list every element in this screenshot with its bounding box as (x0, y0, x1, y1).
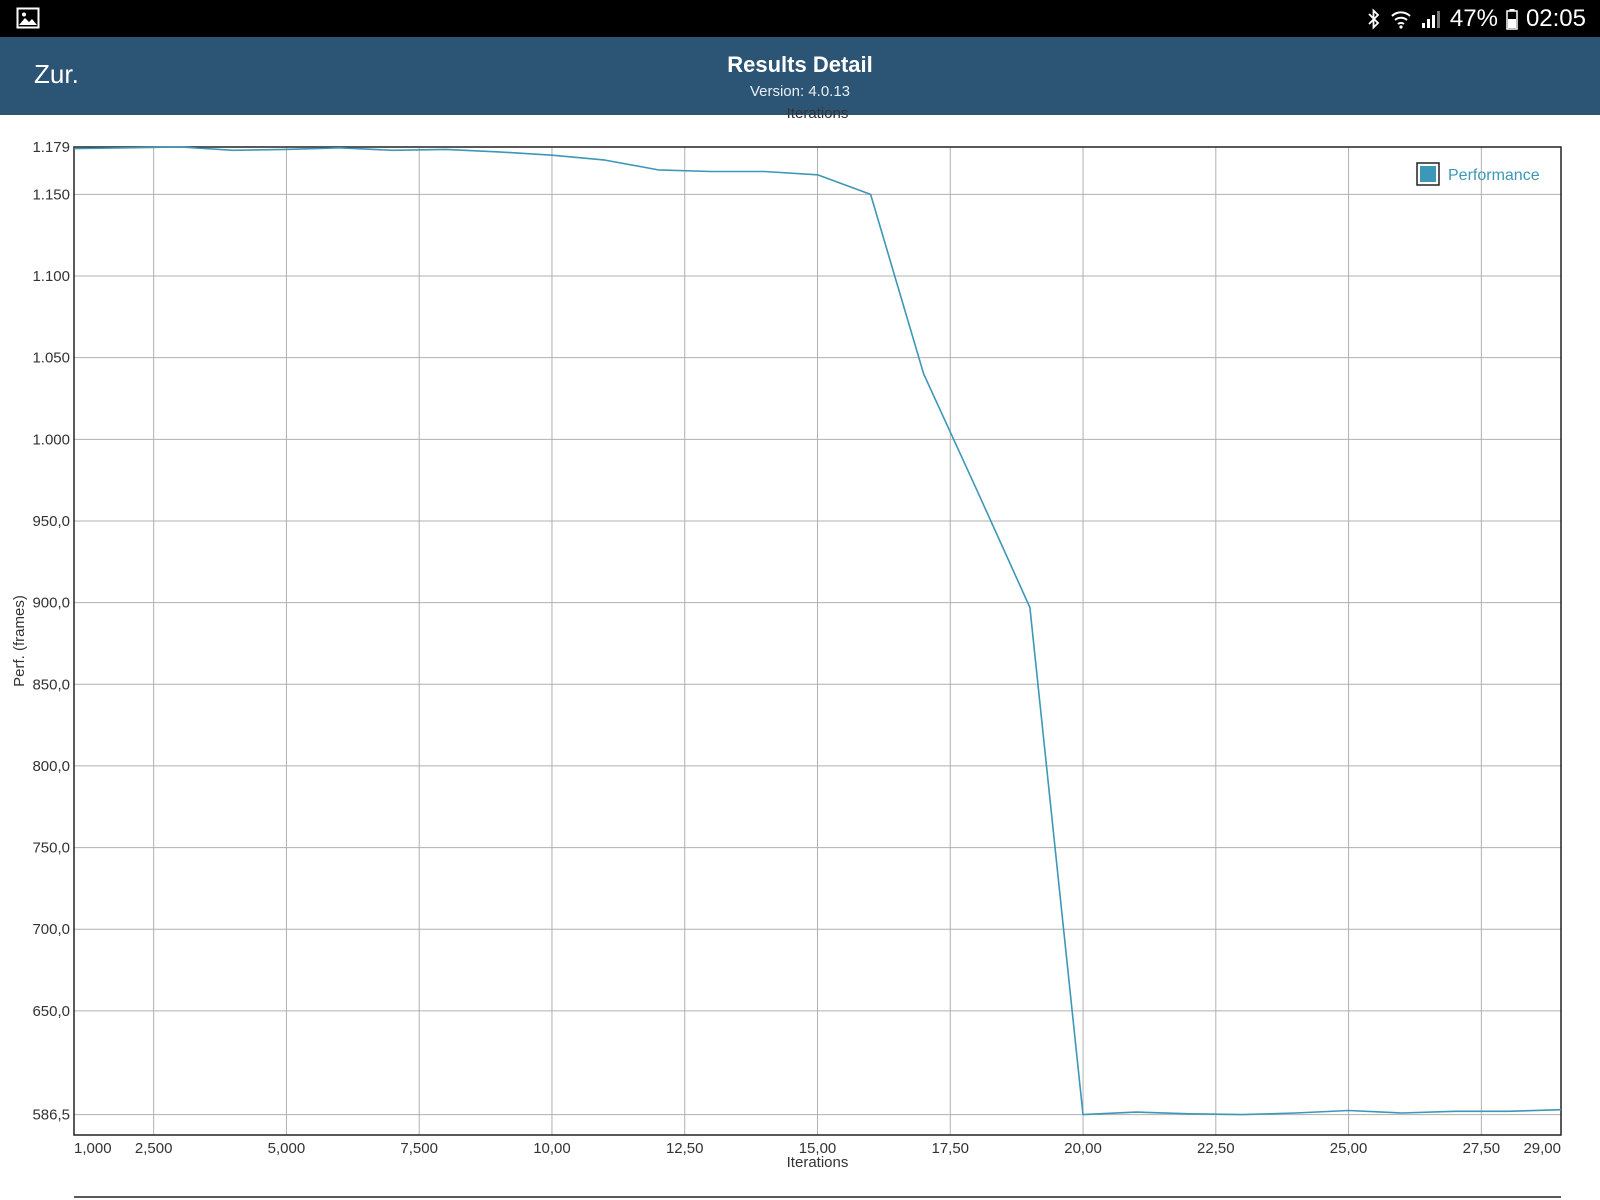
x-tick-label: 20,00 (1064, 1140, 1102, 1157)
x-tick-label: 27,50 (1463, 1140, 1501, 1157)
x-tick-label: 22,50 (1197, 1140, 1235, 1157)
y-tick-label: 800,0 (32, 758, 70, 775)
x-tick-label: 5,000 (268, 1140, 306, 1157)
y-axis-label: Perf. (frames) (11, 595, 28, 687)
x-tick-label: 7,500 (400, 1140, 438, 1157)
y-tick-label: 850,0 (32, 676, 70, 693)
y-tick-label: 1.100 (32, 268, 70, 285)
x-tick-label: 25,00 (1330, 1140, 1368, 1157)
x-tick-label: 1,000 (74, 1140, 112, 1157)
x-tick-label: 29,00 (1523, 1140, 1561, 1157)
x-axis-label: Iterations (787, 1154, 849, 1171)
x-tick-label: 2,500 (135, 1140, 173, 1157)
y-tick-label: 1.050 (32, 350, 70, 367)
legend-swatch-performance (1420, 166, 1436, 182)
y-tick-label: 1.179 (32, 139, 70, 156)
y-tick-label: 750,0 (32, 840, 70, 857)
partial-axis-label: Iterations (787, 105, 849, 122)
y-tick-label: 1.000 (32, 431, 70, 448)
y-tick-label: 586,5 (32, 1107, 70, 1124)
performance-chart: Iterations 1.179 1.150 1.100 1.050 1.000 950,0… (11, 105, 1562, 1198)
x-tick-label: 17,50 (931, 1140, 969, 1157)
legend-label-performance: Performance (1448, 167, 1540, 184)
x-tick-label: 10,00 (533, 1140, 571, 1157)
y-tick-label: 1.150 (32, 186, 70, 203)
y-tick-label: 900,0 (32, 595, 70, 612)
y-tick-label: 650,0 (32, 1003, 70, 1020)
y-tick-label: 700,0 (32, 921, 70, 938)
y-tick-label: 950,0 (32, 513, 70, 530)
x-tick-label: 12,50 (666, 1140, 704, 1157)
